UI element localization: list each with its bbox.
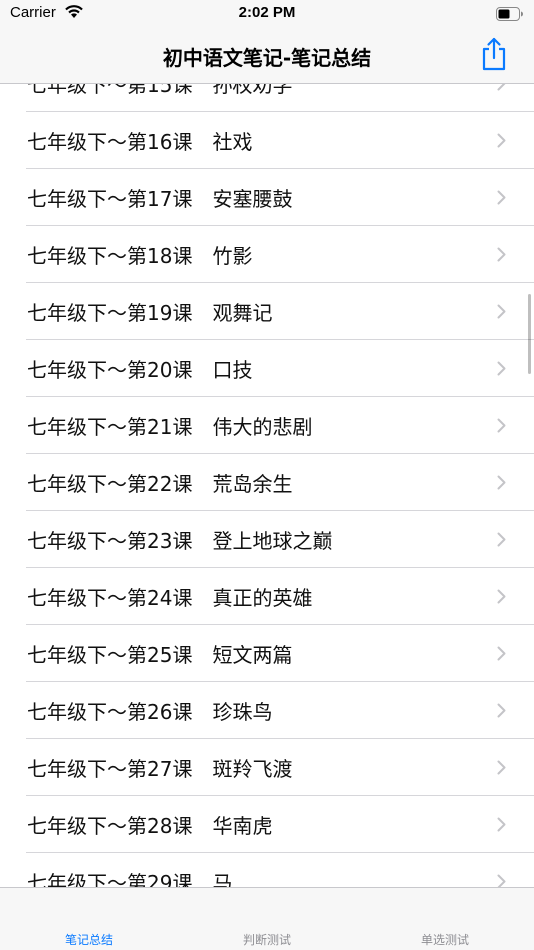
list-item[interactable]: 七年级下～第15课 孙权劝学 [0,84,534,112]
tab-label: 判断测试 [242,933,291,947]
chevron-right-icon [497,874,506,887]
list-item[interactable]: 七年级下～第22课 荒岛余生 [0,454,534,511]
list-item[interactable]: 七年级下～第25课 短文两篇 [0,625,534,682]
list-item[interactable]: 七年级下～第21课 伟大的悲剧 [0,397,534,454]
tab-label: 单选测试 [420,933,469,947]
chevron-right-icon [497,817,506,836]
list-item-label: 七年级下～第21课 伟大的悲剧 [27,415,313,439]
chevron-right-icon [497,760,506,779]
list-item[interactable]: 七年级下～第16课 社戏 [0,112,534,169]
list-item-label: 七年级下～第20课 口技 [27,358,253,382]
list-item[interactable]: 七年级下～第26课 珍珠鸟 [0,682,534,739]
chevron-right-icon [497,361,506,380]
list-item-label: 七年级下～第16课 社戏 [27,130,253,154]
list-item-label: 七年级下～第17课 安塞腰鼓 [27,187,293,211]
list-item[interactable]: 七年级下～第27课 斑羚飞渡 [0,739,534,796]
status-bar: Carrier 2:02 PM [0,0,534,28]
list-item-label: 七年级下～第29课 马 [27,871,233,887]
chevron-right-icon [497,532,506,551]
list-item[interactable]: 七年级下～第20课 口技 [0,340,534,397]
share-button[interactable] [478,37,510,75]
scroll-indicator[interactable] [528,294,531,374]
list-item[interactable]: 七年级下～第29课 马 [0,853,534,887]
lesson-list[interactable]: 七年级下～第15课 孙权劝学七年级下～第16课 社戏七年级下～第17课 安塞腰鼓… [0,84,534,887]
list-item[interactable]: 七年级下～第17课 安塞腰鼓 [0,169,534,226]
chevron-right-icon [497,304,506,323]
list-item-label: 七年级下～第15课 孙权劝学 [27,84,293,97]
list-item-label: 七年级下～第25课 短文两篇 [27,643,293,667]
list-item[interactable]: 七年级下～第24课 真正的英雄 [0,568,534,625]
chevron-right-icon [497,133,506,152]
tab-notes-summary[interactable]: 笔记总结 [0,888,178,950]
list-item[interactable]: 七年级下～第28课 华南虎 [0,796,534,853]
list-item-label: 七年级下～第18课 竹影 [27,244,253,268]
list-item[interactable]: 七年级下～第18课 竹影 [0,226,534,283]
navigation-bar: 初中语文笔记-笔记总结 [0,28,534,84]
tab-label: 笔记总结 [64,933,113,947]
list-item-label: 七年级下～第28课 华南虎 [27,814,273,838]
lesson-list-content: 七年级下～第15课 孙权劝学七年级下～第16课 社戏七年级下～第17课 安塞腰鼓… [0,84,534,887]
chevron-right-icon [497,589,506,608]
list-item[interactable]: 七年级下～第23课 登上地球之巅 [0,511,534,568]
chevron-right-icon [497,190,506,209]
battery-icon [496,6,524,25]
tab-bar: 笔记总结 判断测试 单选测试 [0,887,534,950]
status-time: 2:02 PM [238,4,296,21]
page-title: 初中语文笔记-笔记总结 [162,46,372,70]
chevron-right-icon [497,247,506,266]
list-item[interactable]: 七年级下～第19课 观舞记 [0,283,534,340]
list-item-label: 七年级下～第22课 荒岛余生 [27,472,293,496]
list-item-label: 七年级下～第24课 真正的英雄 [27,586,313,610]
chevron-right-icon [497,418,506,437]
chevron-right-icon [497,646,506,665]
chevron-right-icon [497,475,506,494]
share-icon [480,37,508,75]
list-item-label: 七年级下～第23课 登上地球之巅 [27,529,333,553]
tab-true-false-test[interactable]: 判断测试 [178,888,356,950]
list-item-label: 七年级下～第26课 珍珠鸟 [27,700,273,724]
list-item-label: 七年级下～第27课 斑羚飞渡 [27,757,293,781]
chevron-right-icon [497,703,506,722]
chevron-right-icon [497,84,506,95]
list-item-label: 七年级下～第19课 观舞记 [27,301,273,325]
tab-single-choice-test[interactable]: 单选测试 [356,888,534,950]
